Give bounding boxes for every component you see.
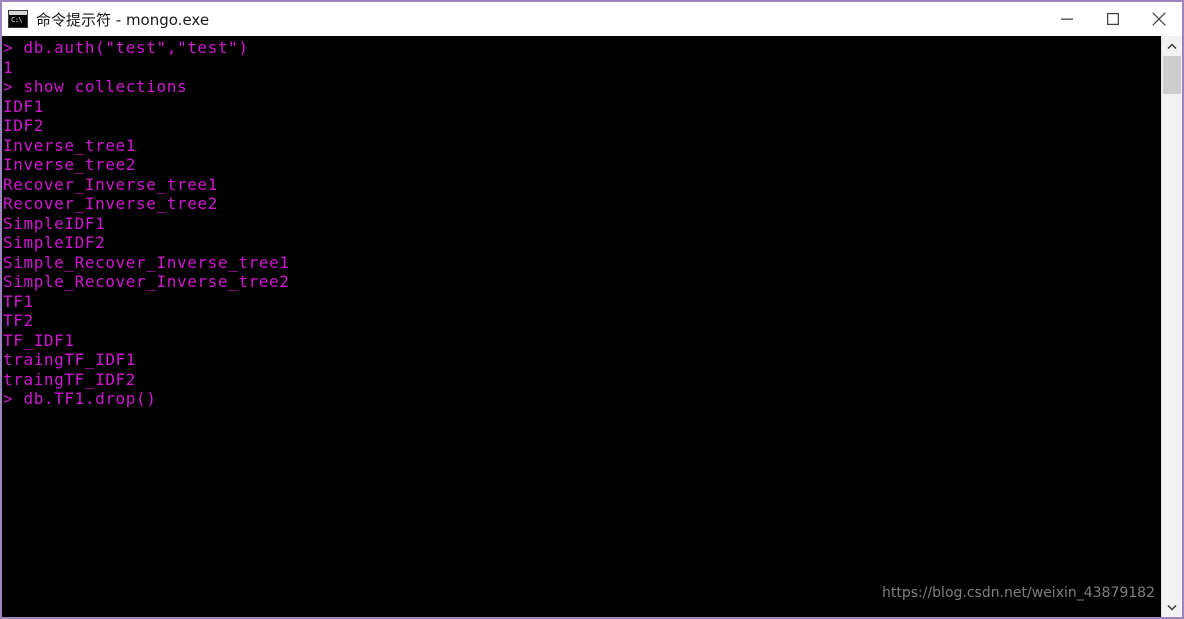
console-window: C:\ 命令提示符 - mongo.exe > db.auth("test","… (0, 0, 1184, 619)
terminal-line: 1 (3, 57, 14, 77)
scroll-up-button[interactable] (1162, 36, 1182, 56)
terminal-line: > db.TF1.drop() (3, 389, 157, 408)
window-controls (1044, 2, 1182, 36)
window-title: 命令提示符 - mongo.exe (36, 10, 210, 29)
console-icon: C:\ (8, 10, 28, 28)
minimize-icon (1061, 18, 1073, 20)
maximize-icon (1107, 13, 1119, 25)
terminal-line: Simple_Recover_Inverse_tree2 (3, 272, 290, 291)
console-icon-glyph: C:\ (11, 16, 23, 24)
close-icon (1152, 12, 1166, 26)
terminal-line: > show collections (3, 77, 188, 96)
terminal-line: TF2 (3, 311, 34, 330)
terminal-line: traingTF_IDF1 (3, 350, 137, 369)
minimize-button[interactable] (1044, 2, 1090, 36)
watermark: https://blog.csdn.net/weixin_43879182 (881, 585, 1155, 601)
close-button[interactable] (1136, 2, 1182, 36)
terminal-line: > db.auth("test","test") (3, 38, 249, 57)
terminal-line: SimpleIDF1 (3, 213, 106, 233)
terminal-line: Recover_Inverse_tree1 (3, 174, 218, 194)
terminal-line: TF1 (3, 291, 34, 311)
terminal-line: Inverse_tree1 (3, 135, 137, 155)
terminal-line: TF_IDF1 (3, 330, 75, 350)
maximize-button[interactable] (1090, 2, 1136, 36)
title-bar-left: C:\ 命令提示符 - mongo.exe (2, 2, 209, 36)
terminal-line: Recover_Inverse_tree2 (3, 194, 218, 213)
console-body: > db.auth("test","test") 1 > show collec… (2, 36, 1182, 617)
chevron-down-icon (1167, 604, 1177, 611)
scroll-down-button[interactable] (1162, 597, 1182, 617)
vertical-scrollbar[interactable] (1161, 36, 1182, 617)
title-bar[interactable]: C:\ 命令提示符 - mongo.exe (2, 2, 1182, 36)
terminal-lines: > db.auth("test","test") 1 > show collec… (2, 36, 290, 409)
terminal-line: IDF2 (3, 116, 44, 135)
terminal-line: Simple_Recover_Inverse_tree1 (3, 252, 290, 272)
terminal-line: Inverse_tree2 (3, 155, 137, 174)
terminal-output[interactable]: > db.auth("test","test") 1 > show collec… (2, 36, 1161, 617)
terminal-line: traingTF_IDF2 (3, 369, 137, 389)
scroll-track[interactable] (1162, 56, 1182, 597)
chevron-up-icon (1167, 42, 1177, 49)
scroll-thumb[interactable] (1163, 56, 1181, 94)
terminal-line: IDF1 (3, 96, 44, 116)
terminal-line: SimpleIDF2 (3, 233, 106, 252)
